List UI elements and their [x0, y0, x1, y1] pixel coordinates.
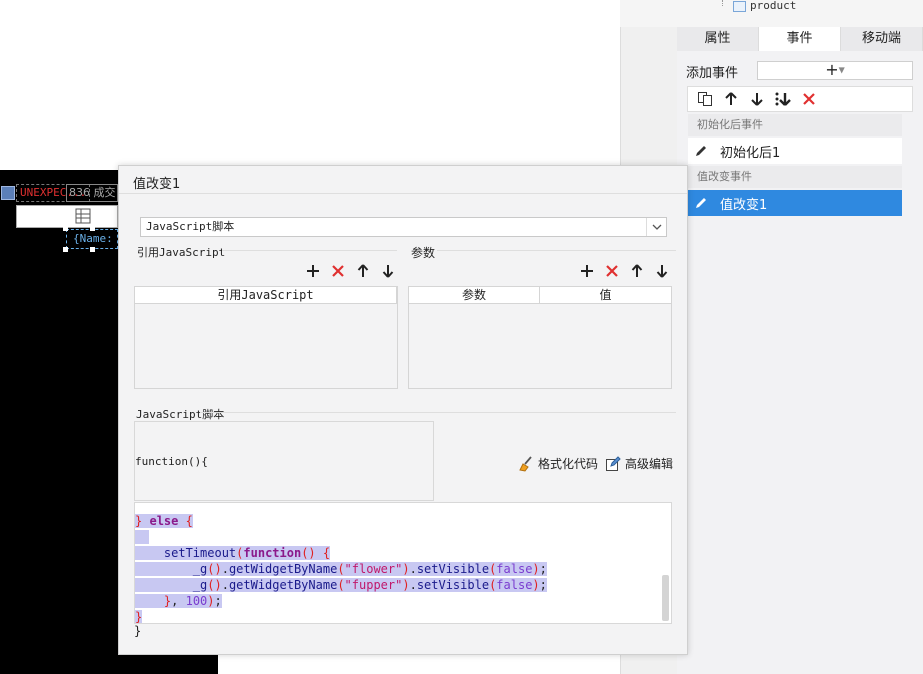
resize-handle[interactable]: [90, 226, 95, 231]
arrow-up-icon[interactable]: [354, 262, 371, 279]
code-line: _g().getWidgetByName("fupper").setVisibl…: [135, 577, 547, 593]
params-toolbar: [578, 262, 670, 279]
ref-js-toolbar: [304, 262, 396, 279]
event-toolbar: [687, 86, 913, 112]
widget-row[interactable]: [16, 205, 118, 228]
delete-icon[interactable]: [329, 262, 346, 279]
advanced-edit-button[interactable]: 高级编辑: [605, 455, 673, 472]
name-cell[interactable]: {Name:: [66, 229, 118, 249]
ref-js-table-header: 引用JavaScript: [134, 286, 398, 304]
divider: [200, 412, 676, 413]
edit-icon: [605, 455, 621, 472]
copy-icon[interactable]: [694, 88, 716, 110]
event-item-selected[interactable]: 值改变1: [688, 190, 902, 216]
column-header: 值: [599, 288, 612, 302]
add-icon[interactable]: [578, 262, 595, 279]
code-editor[interactable]: } else { setTimeout(function() { _g().ge…: [134, 502, 672, 624]
ref-js-label: 引用JavaScript: [137, 246, 226, 259]
resize-handle[interactable]: [90, 247, 95, 252]
chevron-down-icon[interactable]: [646, 218, 666, 236]
arrow-up-icon[interactable]: [720, 88, 742, 110]
column-header: 引用JavaScript: [135, 287, 397, 303]
event-group-header: 初始化后事件: [688, 114, 902, 136]
pencil-icon: [694, 196, 708, 210]
dropdown-widget-icon[interactable]: [1, 186, 15, 200]
add-icon[interactable]: [304, 262, 321, 279]
arrow-up-icon[interactable]: [628, 262, 645, 279]
divider: [437, 250, 676, 251]
function-footer: }: [134, 624, 142, 638]
code-line: }, 100);: [135, 593, 547, 609]
tree-item-product[interactable]: product: [733, 0, 796, 14]
format-code-button[interactable]: 格式化代码: [518, 455, 598, 472]
broom-icon: [518, 455, 534, 472]
tab-mobile[interactable]: 移动端: [841, 27, 923, 51]
move-to-bottom-icon[interactable]: [772, 88, 794, 110]
ref-js-table[interactable]: [134, 304, 398, 389]
event-item[interactable]: 初始化后1: [688, 138, 902, 164]
params-table-header: 参数 值: [408, 286, 672, 304]
divider: [119, 193, 687, 194]
arrow-down-icon[interactable]: [653, 262, 670, 279]
arrow-down-icon[interactable]: [746, 88, 768, 110]
dialog-title: 值改变1: [133, 177, 181, 192]
script-label: JavaScript脚本: [136, 408, 225, 421]
params-label: 参数: [411, 246, 436, 260]
code-line: _g().getWidgetByName("flower").setVisibl…: [135, 561, 547, 577]
tab-events[interactable]: 事件: [759, 27, 841, 51]
code-line: [135, 529, 547, 545]
code-line: } else {: [135, 514, 193, 528]
pencil-icon: [694, 144, 708, 158]
divider: [222, 250, 397, 251]
params-table[interactable]: [408, 304, 672, 389]
resize-handle[interactable]: [63, 226, 68, 231]
event-group-header: 值改变事件: [688, 166, 902, 188]
chevron-down-icon: ▼: [838, 65, 845, 75]
add-event-label: 添加事件: [686, 66, 739, 81]
code-scrollbar[interactable]: [662, 575, 669, 621]
tag-cell[interactable]: 836 成交: [66, 184, 118, 202]
arrow-down-icon[interactable]: [379, 262, 396, 279]
table-icon: [733, 0, 746, 12]
add-event-button[interactable]: +▼: [757, 61, 913, 80]
resize-handle[interactable]: [63, 247, 68, 252]
delete-icon[interactable]: [603, 262, 620, 279]
code-lines: } else { setTimeout(function() { _g().ge…: [135, 503, 547, 624]
tab-properties[interactable]: 属性: [677, 27, 759, 51]
column-header: 参数: [409, 287, 540, 303]
table-grid-icon: [75, 208, 91, 224]
panel-tabs: 属性 事件 移动端: [677, 27, 923, 51]
tree-connector: [722, 0, 723, 6]
code-line: setTimeout(function() {: [135, 545, 547, 561]
delete-icon[interactable]: [798, 88, 820, 110]
code-line: }: [135, 610, 143, 624]
script-type-select[interactable]: JavaScript脚本: [140, 217, 667, 237]
function-header: function(){: [135, 455, 208, 468]
